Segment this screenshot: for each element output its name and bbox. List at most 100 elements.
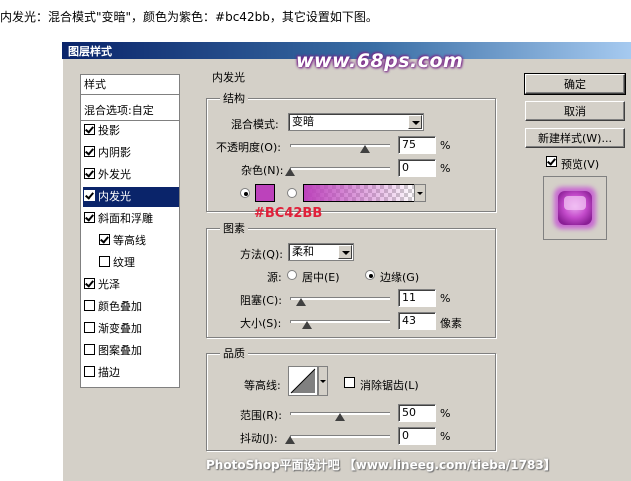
sidebar-item[interactable]: 内阴影	[84, 143, 178, 163]
chevron-down-icon	[417, 192, 423, 195]
sidebar-checkbox[interactable]	[84, 124, 95, 135]
sidebar-item-label: 光泽	[98, 278, 120, 291]
blend-mode-value: 变暗	[292, 115, 314, 128]
sidebar-item[interactable]: 投影	[84, 121, 178, 141]
sidebar-header[interactable]: 样式	[81, 75, 179, 95]
style-preview	[543, 176, 607, 240]
size-input[interactable]: 43	[398, 312, 436, 330]
method-select[interactable]: 柔和	[288, 243, 354, 261]
jitter-slider-thumb[interactable]	[285, 436, 295, 444]
method-label: 方法(Q):	[240, 248, 283, 261]
instruction-text: 内发光：混合模式"变暗"，颜色为紫色：#bc42bb，其它设置如下图。	[0, 10, 378, 24]
styles-sidebar: 样式 混合选项:自定 投影 内阴影 外发光 内发光 斜面和浮雕 等高线 纹理 光泽 颜色叠加 渐变…	[80, 74, 180, 388]
sidebar-checkbox[interactable]	[84, 278, 95, 289]
range-unit: %	[440, 407, 451, 420]
new-style-button[interactable]: 新建样式(W)...	[525, 128, 625, 148]
size-unit: 像素	[440, 317, 462, 330]
source-label: 源:	[267, 271, 282, 284]
sidebar-item[interactable]: 等高线	[84, 231, 193, 251]
chevron-down-icon	[408, 115, 422, 129]
elements-legend: 图素	[220, 220, 248, 236]
sidebar-item-label: 外发光	[98, 168, 131, 181]
opacity-unit: %	[440, 139, 451, 152]
sidebar-checkbox[interactable]	[84, 366, 95, 377]
antialias-checkbox[interactable]	[344, 377, 358, 390]
antialias-label: 消除锯齿(L)	[360, 379, 419, 392]
antialias-check-icon	[344, 377, 355, 388]
sidebar-checkbox[interactable]	[84, 190, 95, 201]
sidebar-item[interactable]: 纹理	[84, 253, 193, 273]
sidebar-item-label: 渐变叠加	[98, 322, 142, 335]
method-value: 柔和	[292, 245, 314, 258]
noise-slider-track[interactable]	[290, 167, 390, 170]
jitter-label: 抖动(J):	[240, 432, 278, 445]
chevron-down-icon	[320, 380, 326, 383]
preview-checkbox[interactable]	[546, 156, 560, 169]
sidebar-item[interactable]: 图案叠加	[84, 341, 178, 361]
choke-label: 阻塞(C):	[240, 294, 282, 307]
preview-label: 预览(V)	[561, 158, 600, 171]
noise-input[interactable]: 0	[398, 159, 436, 177]
contour-curve-icon	[290, 368, 316, 394]
preview-check-icon	[546, 156, 557, 167]
opacity-label: 不透明度(O):	[216, 141, 281, 154]
sidebar-item-label: 内阴影	[98, 146, 131, 159]
sidebar-item-label: 内发光	[98, 190, 131, 203]
ok-button[interactable]: 确定	[524, 73, 626, 95]
color-annotation: #BC42BB	[254, 206, 323, 221]
sidebar-item[interactable]: 斜面和浮雕	[84, 209, 178, 229]
contour-preview[interactable]	[288, 366, 318, 396]
size-slider-thumb[interactable]	[302, 321, 312, 329]
noise-label: 杂色(N):	[241, 164, 284, 177]
source-edge-radio[interactable]	[365, 270, 375, 280]
sidebar-checkbox[interactable]	[99, 256, 110, 267]
sidebar-checkbox[interactable]	[84, 146, 95, 157]
jitter-slider-track[interactable]	[290, 435, 390, 438]
glow-color-swatch[interactable]	[255, 184, 275, 202]
source-center-radio[interactable]	[287, 270, 297, 280]
range-slider-thumb[interactable]	[335, 413, 345, 421]
sidebar-checkbox[interactable]	[84, 168, 95, 179]
sidebar-checkbox[interactable]	[84, 322, 95, 333]
opacity-slider-thumb[interactable]	[360, 145, 370, 153]
opacity-slider-track[interactable]	[290, 144, 390, 147]
gradient-radio[interactable]	[287, 188, 297, 198]
range-input[interactable]: 50	[398, 404, 436, 422]
cancel-button[interactable]: 取消	[525, 101, 625, 121]
noise-slider-thumb[interactable]	[285, 168, 295, 176]
chevron-down-icon	[338, 245, 352, 259]
opacity-input[interactable]: 75	[398, 136, 436, 154]
sidebar-item-label: 颜色叠加	[98, 300, 142, 313]
gradient-swatch[interactable]	[303, 184, 417, 202]
contour-dropdown[interactable]	[318, 366, 328, 396]
sidebar-item[interactable]: 颜色叠加	[84, 297, 178, 317]
sidebar-checkbox[interactable]	[84, 300, 95, 311]
choke-input[interactable]: 11	[398, 289, 436, 307]
sidebar-item[interactable]: 内发光	[83, 187, 179, 207]
jitter-input[interactable]: 0	[398, 427, 436, 445]
sidebar-checkbox[interactable]	[84, 212, 95, 223]
panel-title: 内发光	[212, 71, 245, 84]
blend-mode-label: 混合模式:	[231, 118, 279, 131]
watermark-bottom: PhotoShop平面设计吧 【www.lineeg.com/tieba/178…	[206, 458, 556, 472]
sidebar-checkbox[interactable]	[84, 344, 95, 355]
window-title: 图层样式	[68, 45, 112, 58]
sidebar-item-label: 投影	[98, 124, 120, 137]
solid-color-radio[interactable]	[240, 188, 250, 198]
sidebar-item[interactable]: 光泽	[84, 275, 178, 295]
size-label: 大小(S):	[240, 317, 282, 330]
sidebar-blend-options[interactable]: 混合选项:自定	[81, 101, 179, 121]
range-label: 范围(R):	[240, 409, 282, 422]
structure-legend: 结构	[220, 90, 248, 106]
sidebar-item[interactable]: 外发光	[84, 165, 178, 185]
sidebar-item-label: 图案叠加	[98, 344, 142, 357]
sidebar-item[interactable]: 描边	[84, 363, 178, 383]
choke-unit: %	[440, 292, 451, 305]
choke-slider-thumb[interactable]	[296, 298, 306, 306]
sidebar-item[interactable]: 渐变叠加	[84, 319, 178, 339]
sidebar-checkbox[interactable]	[99, 234, 110, 245]
blend-mode-select[interactable]: 变暗	[288, 113, 424, 131]
sidebar-item-label: 等高线	[113, 234, 146, 247]
jitter-unit: %	[440, 430, 451, 443]
gradient-dropdown[interactable]	[414, 184, 426, 202]
